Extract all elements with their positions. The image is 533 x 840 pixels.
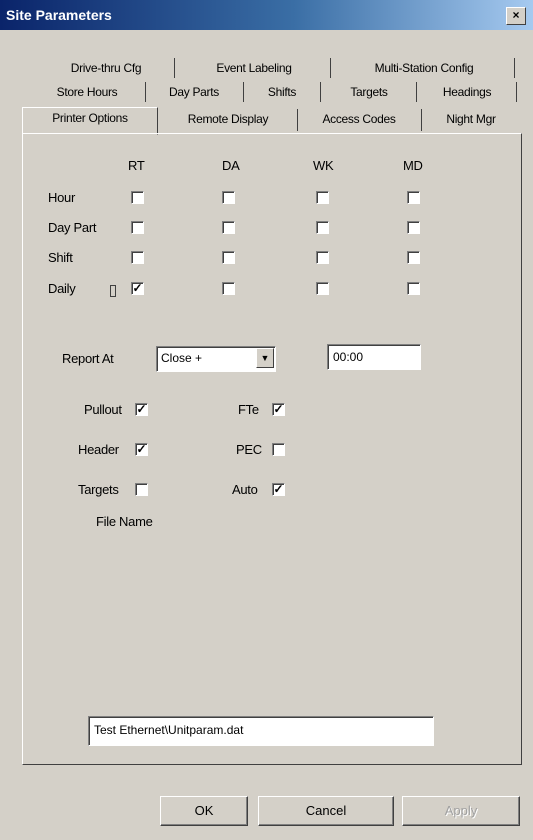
file-name-label: File Name bbox=[96, 514, 153, 529]
checkbox-auto[interactable]: ✓ bbox=[272, 483, 285, 496]
pullout-label: Pullout bbox=[84, 402, 122, 417]
column-header-wk: WK bbox=[313, 158, 334, 173]
cancel-button[interactable]: Cancel bbox=[258, 796, 394, 826]
column-header-md: MD bbox=[403, 158, 423, 173]
tab-divider bbox=[145, 82, 146, 102]
apply-button[interactable]: Apply bbox=[402, 796, 520, 826]
checkbox-hour-rt[interactable] bbox=[131, 191, 144, 204]
tab-remote-display[interactable]: Remote Display bbox=[162, 109, 294, 131]
checkbox-day-part-rt[interactable] bbox=[131, 221, 144, 234]
checkbox-pec[interactable] bbox=[272, 443, 285, 456]
focus-marker bbox=[110, 285, 116, 297]
checkbox-header[interactable]: ✓ bbox=[135, 443, 148, 456]
chevron-down-icon[interactable]: ▼ bbox=[256, 348, 274, 368]
checkbox-shift-md[interactable] bbox=[407, 251, 420, 264]
report-at-dropdown[interactable]: Close + ▼ bbox=[156, 346, 276, 372]
checkbox-shift-da[interactable] bbox=[222, 251, 235, 264]
checkbox-daily-da[interactable] bbox=[222, 282, 235, 295]
close-icon: × bbox=[512, 8, 520, 22]
tab-divider bbox=[174, 58, 175, 78]
title-bar: Site Parameters × bbox=[0, 0, 533, 30]
report-at-label: Report At bbox=[62, 351, 114, 366]
pec-label: PEC bbox=[236, 442, 262, 457]
checkbox-shift-rt[interactable] bbox=[131, 251, 144, 264]
tab-targets[interactable]: Targets bbox=[324, 82, 414, 104]
checkbox-hour-md[interactable] bbox=[407, 191, 420, 204]
row-label-hour: Hour bbox=[48, 190, 75, 205]
row-label-day-part: Day Part bbox=[48, 220, 97, 235]
file-name-input[interactable]: Test Ethernet\Unitparam.dat bbox=[88, 716, 434, 746]
tab-divider bbox=[243, 82, 244, 102]
fte-label: FTe bbox=[238, 402, 259, 417]
column-header-rt: RT bbox=[128, 158, 145, 173]
tab-divider bbox=[516, 82, 517, 102]
header-label: Header bbox=[78, 442, 119, 457]
ok-button[interactable]: OK bbox=[160, 796, 248, 826]
targets-label: Targets bbox=[78, 482, 119, 497]
tab-store-hours[interactable]: Store Hours bbox=[32, 82, 142, 104]
close-button[interactable]: × bbox=[506, 7, 526, 25]
tab-printer-options[interactable]: Printer Options bbox=[22, 107, 158, 135]
checkbox-hour-wk[interactable] bbox=[316, 191, 329, 204]
column-header-da: DA bbox=[222, 158, 240, 173]
checkbox-daily-wk[interactable] bbox=[316, 282, 329, 295]
checkbox-day-part-md[interactable] bbox=[407, 221, 420, 234]
tab-divider bbox=[514, 58, 515, 78]
report-time-value: 00:00 bbox=[333, 350, 364, 364]
checkbox-fte[interactable]: ✓ bbox=[272, 403, 285, 416]
checkbox-shift-wk[interactable] bbox=[316, 251, 329, 264]
tab-divider bbox=[320, 82, 321, 102]
tab-divider bbox=[416, 82, 417, 102]
tab-divider bbox=[421, 109, 422, 131]
tab-access-codes[interactable]: Access Codes bbox=[300, 109, 418, 131]
tab-headings[interactable]: Headings bbox=[420, 82, 514, 104]
checkbox-targets[interactable] bbox=[135, 483, 148, 496]
checkbox-daily-md[interactable] bbox=[407, 282, 420, 295]
tab-multi-station-config[interactable]: Multi-Station Config bbox=[336, 58, 512, 80]
report-time-input[interactable]: 00:00 bbox=[327, 344, 421, 370]
tab-day-parts[interactable]: Day Parts bbox=[148, 82, 240, 104]
row-label-shift: Shift bbox=[48, 250, 73, 265]
tab-event-labeling[interactable]: Event Labeling bbox=[180, 58, 328, 80]
file-name-value: Test Ethernet\Unitparam.dat bbox=[94, 723, 244, 737]
tab-night-mgr[interactable]: Night Mgr bbox=[424, 109, 518, 131]
tab-drive-thru-cfg[interactable]: Drive-thru Cfg bbox=[40, 58, 172, 80]
tab-divider bbox=[330, 58, 331, 78]
checkbox-hour-da[interactable] bbox=[222, 191, 235, 204]
checkbox-pullout[interactable]: ✓ bbox=[135, 403, 148, 416]
checkbox-day-part-da[interactable] bbox=[222, 221, 235, 234]
report-at-value: Close + bbox=[161, 351, 203, 365]
row-label-daily: Daily bbox=[48, 281, 76, 296]
checkbox-day-part-wk[interactable] bbox=[316, 221, 329, 234]
tab-divider bbox=[297, 109, 298, 131]
checkbox-daily-rt[interactable]: ✓ bbox=[131, 282, 144, 295]
auto-label: Auto bbox=[232, 482, 258, 497]
tab-shifts[interactable]: Shifts bbox=[247, 82, 317, 104]
window-title: Site Parameters bbox=[6, 7, 112, 23]
